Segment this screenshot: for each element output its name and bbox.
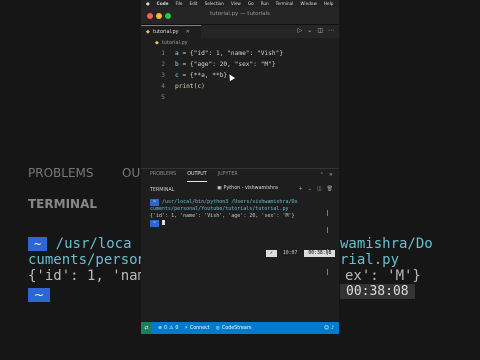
command-text-cont: cuments/personal/Youtube/tutorials/tutor…	[150, 206, 289, 212]
line-number: 3	[161, 72, 165, 79]
close-tab-icon[interactable]: ✕	[186, 29, 190, 35]
shell-name: Python - vishwamishra	[223, 186, 278, 191]
run-icon[interactable]: ▷	[298, 27, 303, 34]
code-line: print(c)	[175, 83, 205, 90]
split-editor-icon[interactable]: ◫	[317, 27, 323, 34]
codestream-label: CodeStream	[221, 325, 252, 331]
bg-path-1: /usr/loca	[55, 236, 132, 252]
tab-output[interactable]: OUTPUT	[187, 172, 207, 182]
window-title: tutorial.py — tutorials	[209, 11, 271, 17]
tab-problems[interactable]: PROBLEMS	[150, 172, 176, 184]
feedback-icon[interactable]: ☺	[324, 326, 329, 331]
prompt-status-segment: ✓ 10:07 00:38:08	[266, 250, 336, 257]
bg-prompt-2: ~	[28, 288, 51, 302]
close-panel-icon[interactable]: ✕	[329, 172, 333, 178]
bottom-panel: PROBLEMS OUTPUT JUPYTER ⌃ ✕ TERMINAL ▣ P…	[141, 168, 339, 322]
status-bar: ⇄ ⊗ 0 ⚠ 0 ⚡ Connect ◎ CodeStream ☺ ♪	[141, 322, 339, 334]
line-number: 1	[161, 50, 165, 57]
terminal-icon: ▣	[217, 186, 222, 191]
python-file-icon: ◆	[146, 29, 150, 35]
code-line: b = {"age": 20, "sex": "M"}	[175, 61, 276, 68]
breadcrumb: ◆ tutorial.py	[155, 40, 188, 46]
codestream-icon: ◎	[215, 325, 220, 331]
menu-code[interactable]: Code	[157, 1, 169, 6]
trash-icon[interactable]: 🗑	[327, 186, 333, 192]
tab-label: tutorial.py	[152, 29, 179, 35]
menu-file[interactable]: File	[175, 1, 182, 6]
terminal-prompt-line: ~	[150, 220, 330, 227]
terminal-label[interactable]: TERMINAL	[141, 188, 174, 193]
prompt-badge: ~	[150, 220, 160, 227]
menu-terminal[interactable]: Terminal	[276, 1, 294, 6]
menu-selection[interactable]: Selection	[205, 1, 224, 6]
title-bar: tutorial.py — tutorials	[141, 7, 339, 25]
command-text: /usr/local/bin/python3 /Users/vishwamish…	[162, 199, 298, 205]
menu-run[interactable]: Run	[261, 1, 269, 6]
bg-output: OU	[122, 166, 141, 180]
scroll-marker	[327, 269, 328, 275]
bg-path-1b: wamishra/Do	[340, 236, 433, 252]
prompt-badge: ~	[150, 199, 160, 206]
mouse-pointer-icon	[226, 72, 236, 82]
apple-icon[interactable]: ●	[146, 1, 150, 6]
menu-edit[interactable]: Edit	[189, 1, 197, 6]
panel-tabs: PROBLEMS OUTPUT JUPYTER	[141, 172, 339, 184]
line-number: 4	[161, 83, 165, 90]
python-file-icon: ◆	[155, 40, 159, 46]
connect-label: Connect	[189, 325, 210, 331]
menu-window[interactable]: Window	[300, 1, 317, 6]
menu-help[interactable]: Help	[324, 1, 334, 6]
warning-count: 0	[175, 325, 179, 331]
menu-go[interactable]: Go	[248, 1, 254, 6]
editor-tab-bar: ◆ tutorial.py ✕ ▷ ⌄ ◫ ⋯	[141, 25, 339, 38]
tab-jupyter[interactable]: JUPYTER	[218, 172, 238, 184]
plug-icon: ⚡	[184, 325, 188, 331]
problems-status[interactable]: ⊗ 0 ⚠ 0	[158, 326, 178, 331]
terminal-line: ~ /usr/local/bin/python3 /Users/vishwami…	[150, 199, 330, 206]
error-count: 0	[164, 325, 168, 331]
warning-icon: ⚠	[169, 325, 174, 331]
breadcrumb-file[interactable]: tutorial.py	[162, 40, 188, 46]
code-editor[interactable]: 1 a = {"id": 1, "name": "Vish"} 2 b = {"…	[141, 47, 339, 165]
code-line: a = {"id": 1, "name": "Vish"}	[175, 50, 284, 57]
scroll-marker	[327, 249, 328, 255]
connect-status[interactable]: ⚡ Connect	[184, 326, 209, 331]
chevron-down-icon[interactable]: ⌄	[307, 27, 312, 34]
line-number: 5	[161, 94, 165, 101]
bg-output-1: {'id': 1, 'nam	[28, 268, 147, 284]
bell-icon[interactable]: ♪	[331, 326, 334, 331]
bg-time: 00:38:08	[340, 284, 415, 299]
bg-problems: PROBLEMS	[28, 166, 94, 180]
mac-menubar: ● Code File Edit Selection View Go Run T…	[141, 0, 339, 7]
check-icon: ✓	[266, 250, 277, 257]
menu-view[interactable]: View	[231, 1, 241, 6]
terminal-header: TERMINAL ▣ Python - vishwamishra + ⌄ ◫ 🗑	[141, 185, 339, 195]
terminal-output[interactable]: ~ /usr/local/bin/python3 /Users/vishwami…	[150, 199, 336, 257]
line-number: 2	[161, 61, 165, 68]
scroll-marker	[327, 210, 328, 216]
add-terminal-icon[interactable]: +	[299, 186, 303, 192]
program-output: {'id': 1, 'name': 'Vish', 'age': 20, 'se…	[150, 213, 295, 219]
bg-output-1b: ex': 'M'}	[345, 268, 421, 284]
bg-prompt: ~	[28, 237, 48, 251]
code-line: c = {**a, **b}	[175, 72, 228, 79]
clock-time: 00:38:08	[304, 250, 336, 257]
remote-indicator-icon[interactable]: ⇄	[141, 322, 152, 334]
bg-path-2: cuments/person	[28, 252, 147, 268]
more-actions-icon[interactable]: ⋯	[328, 27, 334, 34]
codestream-status[interactable]: ◎ CodeStream	[216, 326, 252, 331]
terminal-cursor	[162, 220, 166, 225]
terminal-shell-select[interactable]: ▣ Python - vishwamishra	[217, 186, 278, 191]
split-terminal-icon[interactable]: ◫	[317, 186, 322, 192]
bg-terminal: TERMINAL	[28, 197, 98, 211]
scroll-marker	[327, 227, 328, 233]
error-icon: ⊗	[158, 325, 163, 331]
tab-tutorial-py[interactable]: ◆ tutorial.py ✕	[141, 25, 201, 38]
vscode-window: ● Code File Edit Selection View Go Run T…	[141, 0, 339, 334]
bg-path-2b: rial.py	[340, 252, 400, 268]
chevron-down-icon[interactable]: ⌄	[308, 186, 312, 192]
status-number: 10:07	[276, 250, 304, 257]
maximize-panel-icon[interactable]: ⌃	[320, 172, 324, 178]
